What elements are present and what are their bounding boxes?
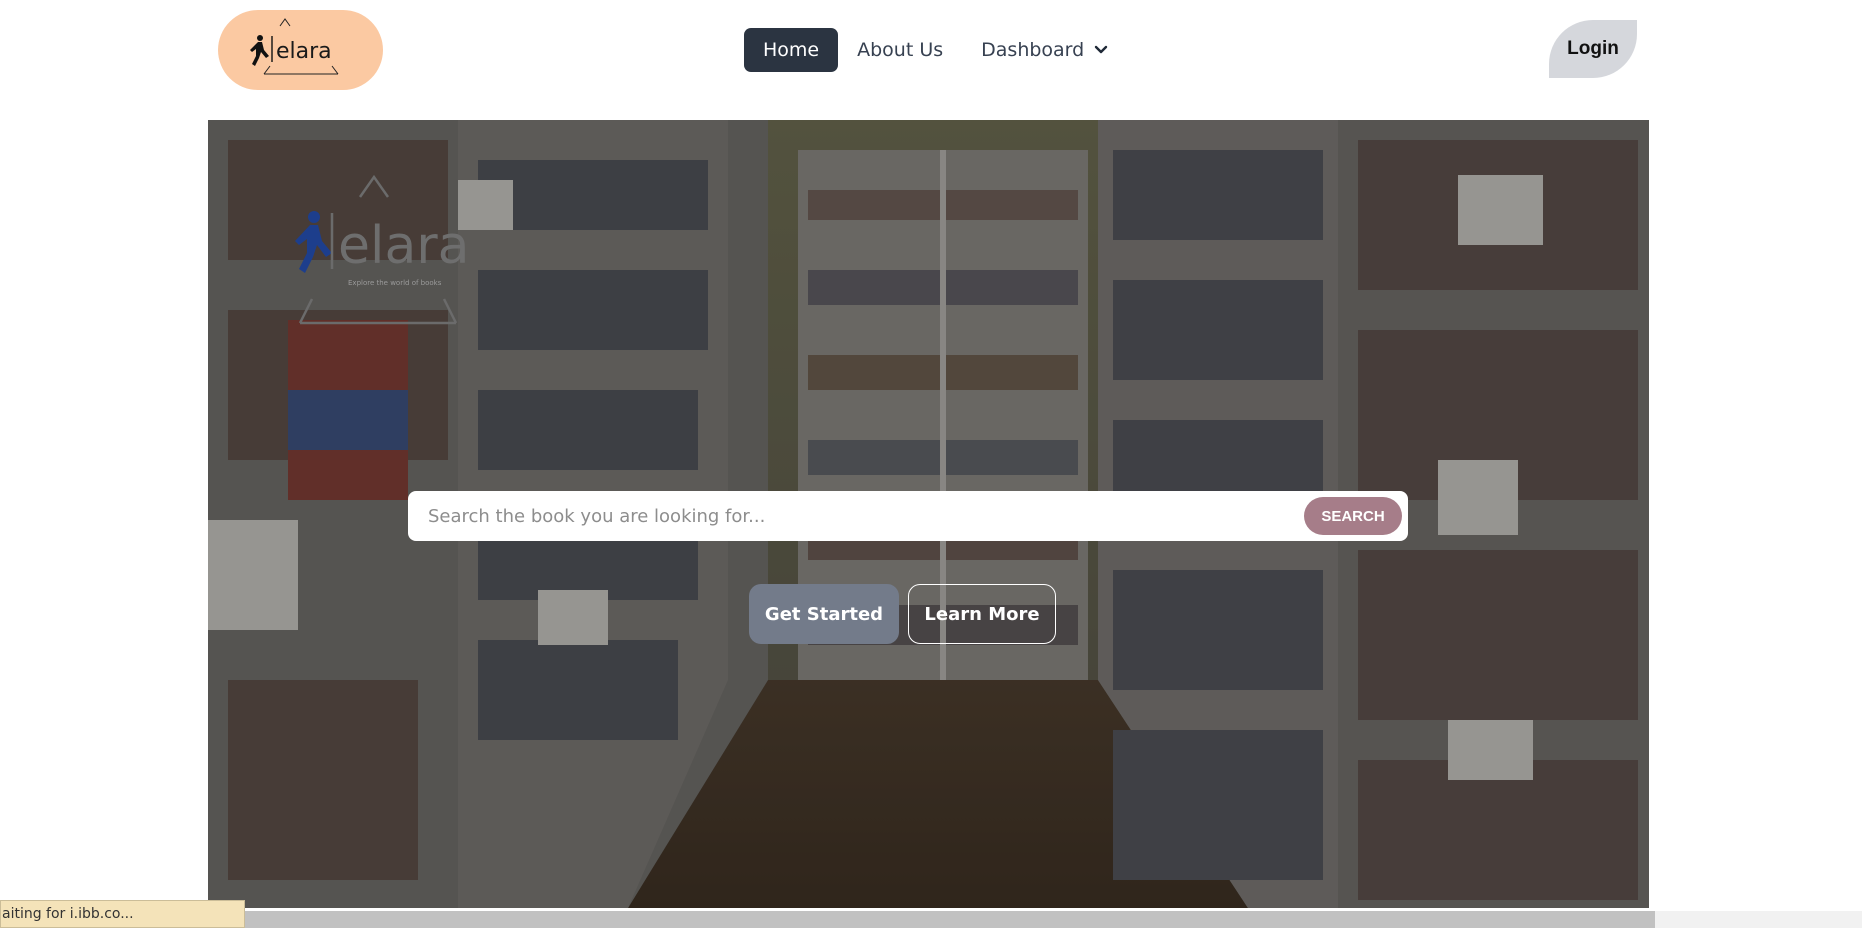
learn-more-button[interactable]: Learn More (908, 584, 1056, 644)
chevron-down-icon (1094, 45, 1108, 55)
hero-logo-wordmark: elara (338, 216, 470, 276)
hero-logo-tagline: Explore the world of books (348, 279, 442, 287)
hero-section: elara Explore the world of books SEARCH … (208, 120, 1649, 908)
get-started-label: Get Started (764, 603, 884, 625)
nav-about-us[interactable]: About Us (838, 28, 962, 72)
search-button-label: SEARCH (1321, 507, 1385, 525)
search-bar: SEARCH (408, 491, 1408, 541)
nav-about-label: About Us (857, 39, 944, 61)
horizontal-scrollbar-thumb[interactable] (245, 911, 1655, 928)
hero-watermark-logo: elara Explore the world of books (295, 174, 470, 325)
main-nav: Home About Us Dashboard (744, 28, 1127, 72)
learn-more-label: Learn More (924, 603, 1040, 625)
walking-man-icon (295, 211, 332, 273)
status-text: aiting for i.ibb.co... (2, 906, 134, 922)
search-button[interactable]: SEARCH (1304, 497, 1402, 535)
logo-wordmark: elara (276, 39, 332, 64)
search-input[interactable] (426, 504, 1304, 528)
navbar: elara Home About Us Dashboard Login (0, 0, 1862, 110)
nav-dashboard[interactable]: Dashboard (962, 28, 1127, 72)
nav-home-label: Home (763, 39, 820, 61)
brand-logo[interactable]: elara (218, 10, 383, 90)
login-label: Login (1567, 38, 1619, 59)
get-started-button[interactable]: Get Started (749, 584, 899, 644)
nav-dashboard-label: Dashboard (981, 39, 1085, 61)
browser-status-bar: aiting for i.ibb.co... (0, 900, 245, 928)
logo-mark: elara (249, 18, 338, 75)
login-button[interactable]: Login (1549, 20, 1637, 78)
nav-home[interactable]: Home (744, 28, 839, 72)
walking-man-icon (249, 35, 269, 66)
